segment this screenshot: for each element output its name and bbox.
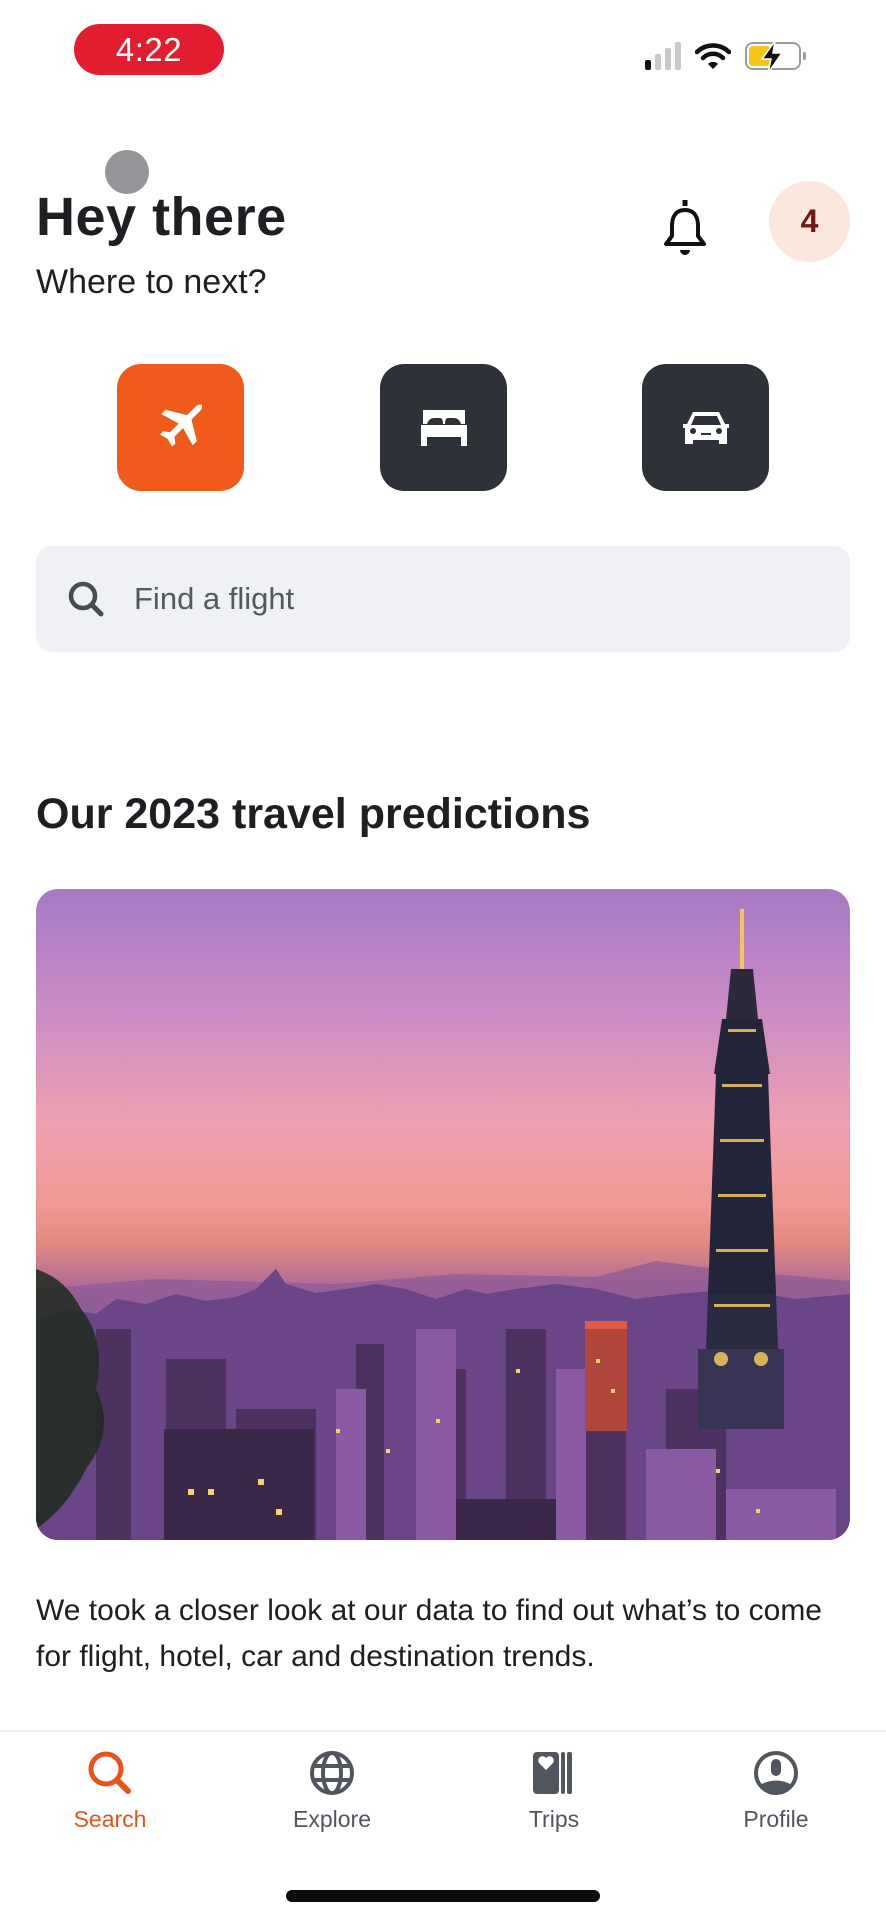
notifications-button[interactable] [660, 198, 710, 258]
airplane-icon [159, 403, 203, 447]
tab-label: Profile [743, 1806, 809, 1832]
feature-image[interactable] [36, 889, 850, 1540]
car-icon [682, 411, 729, 444]
city-skyline-illustration [36, 909, 850, 1540]
tab-label: Trips [528, 1806, 580, 1832]
home-indicator[interactable] [286, 1890, 600, 1902]
cars-category-button[interactable] [642, 364, 769, 491]
greeting-subtitle: Where to next? [36, 263, 267, 301]
tab-label: Explore [293, 1806, 371, 1832]
hotels-category-button[interactable] [380, 364, 507, 491]
greeting-title: Hey there [36, 187, 287, 247]
battery-icon [745, 40, 806, 74]
tab-label: Search [73, 1806, 147, 1832]
status-time: 4:22 [74, 24, 224, 75]
section-title: Our 2023 travel predictions [36, 790, 591, 838]
tab-trips[interactable]: Trips [474, 1748, 634, 1833]
trips-icon [533, 1752, 572, 1794]
bell-icon [664, 200, 706, 255]
search-field[interactable] [36, 546, 850, 652]
charging-bolt-icon [760, 40, 784, 74]
flights-category-button[interactable] [117, 364, 244, 491]
status-icons [645, 40, 806, 74]
profile-icon [754, 1751, 798, 1795]
globe-icon [310, 1751, 354, 1795]
search-icon [68, 581, 104, 617]
tab-profile[interactable]: Profile [696, 1748, 856, 1833]
search-icon [88, 1751, 131, 1794]
signal-icon [645, 42, 681, 70]
bed-icon [420, 409, 467, 446]
tab-search[interactable]: Search [30, 1748, 190, 1833]
feature-description: We took a closer look at our data to fin… [36, 1594, 822, 1673]
tab-explore[interactable]: Explore [252, 1748, 412, 1833]
wifi-icon [695, 43, 731, 69]
avatar[interactable]: 4 [769, 181, 850, 262]
search-input[interactable] [134, 581, 784, 617]
